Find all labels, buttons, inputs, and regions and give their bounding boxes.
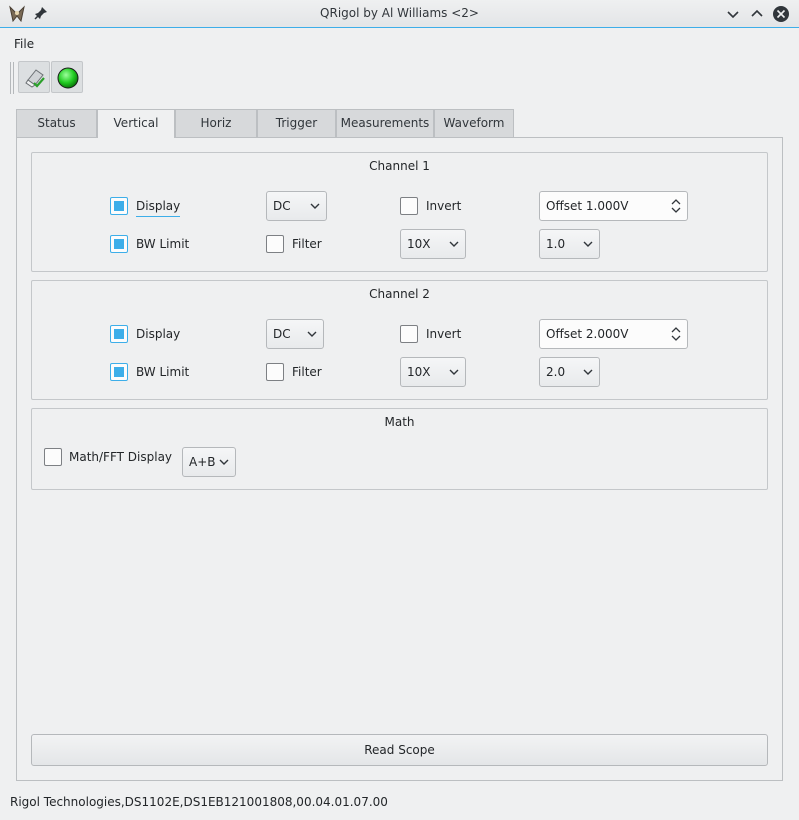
- channel1-bwlimit-checkbox[interactable]: [110, 235, 128, 253]
- channel1-filter-label: Filter: [292, 237, 322, 251]
- spin-arrows-icon[interactable]: [671, 325, 681, 343]
- channel1-scale-select[interactable]: 1.0: [539, 229, 600, 259]
- status-text: Rigol Technologies,DS1102E,DS1EB12100180…: [10, 795, 388, 809]
- tab-trigger[interactable]: Trigger: [257, 109, 336, 137]
- channel1-display-label: Display: [136, 198, 181, 217]
- channel2-invert-label: Invert: [426, 327, 462, 341]
- connect-button[interactable]: [51, 61, 83, 93]
- menu-bar: File: [0, 29, 799, 57]
- math-display-checkbox[interactable]: [44, 448, 62, 466]
- channel1-invert-label: Invert: [426, 199, 462, 213]
- channel1-coupling-select[interactable]: DC: [266, 191, 327, 221]
- close-icon[interactable]: [772, 5, 790, 23]
- channel2-filter-checkbox[interactable]: [266, 363, 284, 381]
- channel2-bwlimit-checkbox[interactable]: [110, 363, 128, 381]
- spin-arrows-icon[interactable]: [671, 197, 681, 215]
- channel2-invert-checkbox[interactable]: [400, 325, 418, 343]
- read-scope-button[interactable]: Read Scope: [31, 734, 768, 766]
- maximize-icon[interactable]: [748, 5, 766, 23]
- chevron-down-icon: [583, 369, 593, 375]
- chevron-down-icon: [583, 241, 593, 247]
- title-bar: QRigol by Al Williams <2>: [0, 0, 799, 28]
- chevron-down-icon: [449, 241, 459, 247]
- minimize-icon[interactable]: [724, 5, 742, 23]
- channel2-display-label: Display: [136, 327, 181, 341]
- channel2-scale-select[interactable]: 2.0: [539, 357, 600, 387]
- channel2-title: Channel 2: [369, 287, 430, 301]
- tab-vertical[interactable]: Vertical: [97, 109, 175, 138]
- clear-button[interactable]: [18, 61, 50, 93]
- toolbar-grip[interactable]: [10, 62, 14, 94]
- channel2-probe-select[interactable]: 10X: [400, 357, 466, 387]
- math-title: Math: [384, 415, 415, 429]
- channel2-filter-label: Filter: [292, 365, 322, 379]
- channel1-probe-select[interactable]: 10X: [400, 229, 466, 259]
- channel2-display-checkbox[interactable]: [110, 325, 128, 343]
- tab-status[interactable]: Status: [16, 109, 97, 137]
- channel1-bwlimit-label: BW Limit: [136, 237, 190, 251]
- channel1-invert-checkbox[interactable]: [400, 197, 418, 215]
- chevron-down-icon: [307, 331, 317, 337]
- channel1-display-checkbox[interactable]: [110, 197, 128, 215]
- channel1-scale-value: 1.0: [546, 237, 566, 251]
- math-group: Math Math/FFT Display A+B: [31, 408, 768, 490]
- chevron-down-icon: [310, 203, 320, 209]
- channel1-group: Channel 1 Display DC Invert Offset 1.000…: [31, 152, 768, 272]
- channel1-offset-spinbox[interactable]: Offset 1.000V: [539, 191, 688, 221]
- toolbar: [0, 58, 799, 98]
- tab-waveform[interactable]: Waveform: [434, 109, 514, 137]
- channel1-probe-value: 10X: [407, 237, 431, 251]
- channel1-offset-value: Offset 1.000V: [546, 199, 629, 213]
- channel2-coupling-value: DC: [273, 327, 291, 341]
- math-operation-select[interactable]: A+B: [182, 447, 236, 477]
- math-operation-value: A+B: [189, 455, 216, 469]
- channel2-scale-value: 2.0: [546, 365, 566, 379]
- vertical-tab-panel: Channel 1 Display DC Invert Offset 1.000…: [16, 137, 783, 781]
- channel1-filter-checkbox[interactable]: [266, 235, 284, 253]
- channel2-offset-value: Offset 2.000V: [546, 327, 629, 341]
- chevron-down-icon: [219, 459, 229, 465]
- channel2-coupling-select[interactable]: DC: [266, 319, 324, 349]
- channel2-offset-spinbox[interactable]: Offset 2.000V: [539, 319, 688, 349]
- channel2-group: Channel 2 Display DC Invert Offset 2.000…: [31, 280, 768, 400]
- chevron-down-icon: [449, 369, 459, 375]
- channel2-probe-value: 10X: [407, 365, 431, 379]
- math-display-label: Math/FFT Display: [69, 450, 173, 464]
- channel2-bwlimit-label: BW Limit: [136, 365, 190, 379]
- tab-measurements[interactable]: Measurements: [336, 109, 434, 137]
- window-title: QRigol by Al Williams <2>: [320, 6, 479, 20]
- channel1-title: Channel 1: [369, 159, 430, 173]
- tab-horiz[interactable]: Horiz: [175, 109, 257, 137]
- channel1-coupling-value: DC: [273, 199, 291, 213]
- menu-file[interactable]: File: [8, 35, 40, 53]
